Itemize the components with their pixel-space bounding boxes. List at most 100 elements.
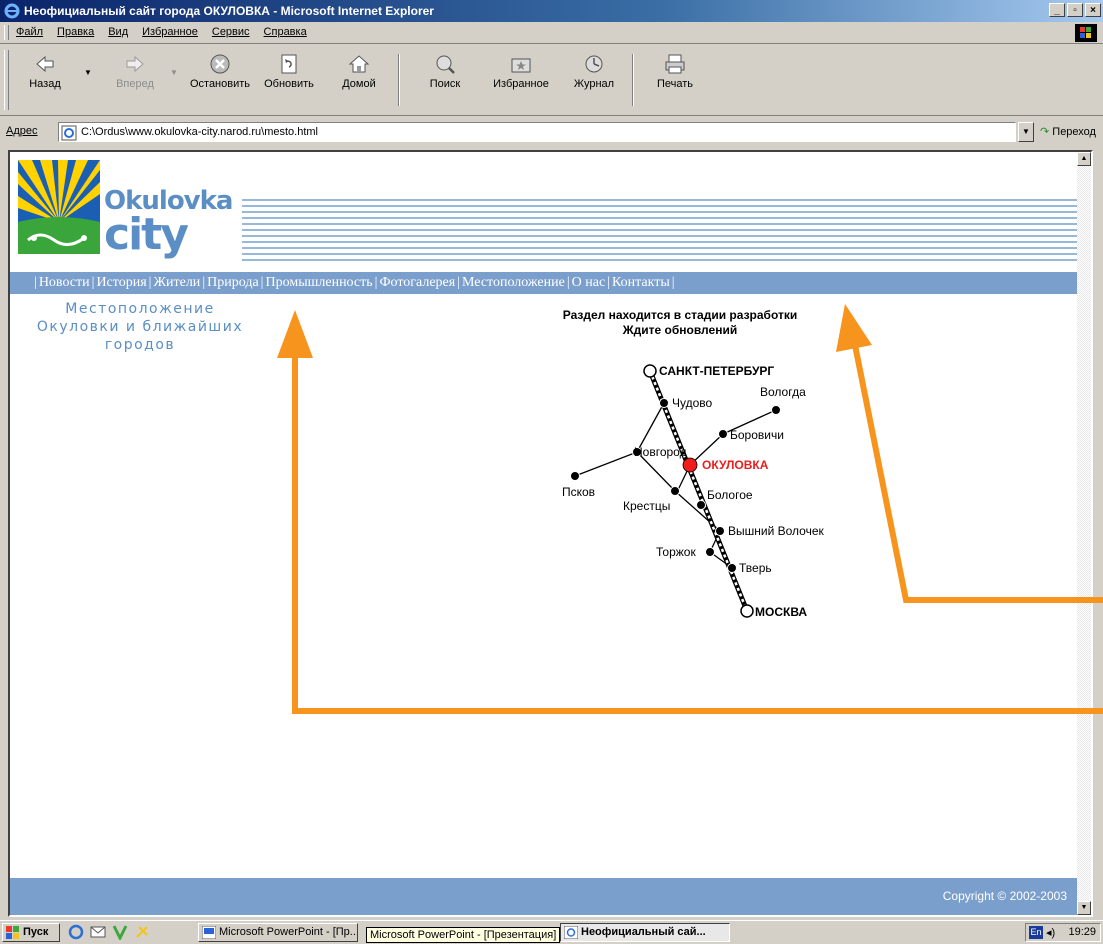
station-kresttsy [670, 486, 680, 496]
clock: 19:29 [1068, 926, 1096, 938]
web-content: Okulovka city | Новости | История | Жите… [8, 150, 1093, 917]
nav-separator: | [566, 275, 570, 290]
outlook-quicklaunch-icon[interactable] [90, 924, 106, 940]
site-nav-bar: | Новости | История | Жители | Природа |… [10, 272, 1081, 294]
printer-icon [665, 54, 685, 74]
station-pskov [570, 471, 580, 481]
logo-word-city: city [104, 209, 189, 260]
address-input[interactable]: C:\Ordus\www.okulovka-city.narod.ru\mest… [58, 122, 1016, 142]
standard-toolbar: Назад ▼ Вперед ▼ Остановить Обновить Дом… [0, 44, 1103, 116]
address-dropdown-icon[interactable]: ▼ [1018, 122, 1034, 142]
back-button[interactable]: Назад [20, 52, 70, 108]
favorites-button[interactable]: Избранное [486, 52, 556, 108]
nav-separator: | [374, 275, 378, 290]
location-heading-line: Местоположение [65, 301, 215, 317]
go-button[interactable]: ↷ Переход [1040, 125, 1096, 138]
station-torzhok [705, 547, 715, 557]
windows-flag-icon [6, 926, 19, 939]
refresh-button[interactable]: Обновить [258, 52, 320, 108]
menu-edit[interactable]: Правка [57, 26, 94, 38]
label-chudovo: Чудово [672, 396, 713, 410]
nav-separator: | [202, 275, 206, 290]
language-indicator[interactable]: En [1029, 926, 1043, 939]
ie-quicklaunch-icon[interactable] [68, 924, 84, 940]
title-bar[interactable]: Неофициальный сайт города ОКУЛОВКА - Mic… [0, 0, 1103, 22]
station-vologda [771, 405, 781, 415]
location-heading: Местоположение Окуловки и ближайших горо… [10, 300, 270, 354]
channel-quicklaunch-icon[interactable] [134, 924, 150, 940]
scroll-down-icon[interactable]: ▼ [1077, 901, 1091, 915]
ie-logo-icon [4, 3, 20, 19]
label-borovichi: Боровичи [730, 428, 784, 442]
taskbar-item-powerpoint[interactable]: Microsoft PowerPoint - [Пр... [198, 923, 358, 942]
page-icon [61, 125, 77, 141]
stop-button[interactable]: Остановить [184, 52, 256, 108]
station-chudovo [659, 398, 669, 408]
nav-separator: | [34, 275, 37, 290]
header-stripes [242, 199, 1087, 261]
menu-file[interactable]: Файл [16, 26, 43, 38]
toolbar-grip[interactable] [4, 50, 9, 110]
notice-line: Ждите обновлений [622, 323, 738, 337]
close-button[interactable]: × [1085, 3, 1101, 17]
menu-view[interactable]: Вид [108, 26, 128, 38]
favorites-folder-icon [511, 58, 531, 73]
nav-link-news[interactable]: Новости [39, 275, 90, 291]
forward-button[interactable]: Вперед [110, 52, 160, 108]
label-okulovka: ОКУЛОВКА [702, 458, 769, 472]
nav-link-gallery[interactable]: Фотогалерея [379, 275, 455, 291]
nav-link-residents[interactable]: Жители [153, 275, 200, 291]
menu-grip[interactable] [4, 25, 9, 40]
nav-link-contacts[interactable]: Контакты [612, 275, 670, 291]
station-volochek [715, 526, 725, 536]
station-okulovka [682, 457, 698, 473]
label-kresttsy: Крестцы [623, 499, 670, 513]
vertical-scrollbar[interactable]: ▲ ▼ [1077, 152, 1091, 915]
back-dropdown-icon[interactable]: ▼ [84, 68, 92, 77]
label-bologoe: Бологое [707, 488, 753, 502]
station-borovichi [718, 429, 728, 439]
site-footer: Copyright © 2002-2003 [10, 878, 1081, 915]
scroll-up-icon[interactable]: ▲ [1077, 152, 1091, 166]
construction-notice: Раздел находится в стадии разработки Жди… [530, 308, 830, 338]
search-button[interactable]: Поиск [420, 52, 470, 108]
copyright-text: Copyright © 2002-2003 [942, 889, 1067, 903]
nav-link-about[interactable]: О нас [572, 275, 606, 291]
maximize-button[interactable]: ▫ [1067, 3, 1083, 17]
nav-separator: | [91, 275, 95, 290]
nav-link-history[interactable]: История [96, 275, 146, 291]
label-pskov: Псков [562, 485, 595, 499]
desktop-quicklaunch-icon[interactable] [112, 924, 128, 940]
menu-tools[interactable]: Сервис [212, 26, 250, 38]
menu-favorites[interactable]: Избранное [142, 26, 198, 38]
sunburst-emblem-icon [18, 160, 100, 254]
print-button[interactable]: Печать [650, 52, 700, 108]
nav-separator: | [671, 275, 675, 290]
powerpoint-icon [202, 926, 216, 939]
stop-icon [210, 54, 230, 74]
nav-link-location[interactable]: Местоположение [462, 275, 565, 291]
toolbar-separator [632, 54, 634, 106]
label-tver: Тверь [739, 561, 772, 575]
address-bar: Адрес C:\Ordus\www.okulovka-city.narod.r… [0, 116, 1103, 150]
forward-dropdown-icon[interactable]: ▼ [170, 68, 178, 77]
quick-launch [68, 924, 150, 940]
station-bologoe [696, 500, 706, 510]
site-logo[interactable]: Okulovka city [18, 160, 243, 262]
volume-icon[interactable]: ◂) [1046, 926, 1055, 939]
windows-throbber-icon [1075, 24, 1097, 42]
address-label: Адрес [6, 125, 38, 137]
nav-link-nature[interactable]: Природа [207, 275, 259, 291]
nav-separator: | [148, 275, 152, 290]
go-label: Переход [1052, 126, 1096, 138]
go-arrow-icon: ↷ [1040, 126, 1050, 138]
menu-help[interactable]: Справка [264, 26, 307, 38]
taskbar-item-ie[interactable]: Неофициальный сай... [560, 923, 730, 942]
history-button[interactable]: Журнал [566, 52, 622, 108]
home-button[interactable]: Домой [334, 52, 384, 108]
label-spb: САНКТ-ПЕТЕРБУРГ [659, 364, 774, 378]
nav-link-industry[interactable]: Промышленность [265, 275, 372, 291]
minimize-button[interactable]: _ [1049, 3, 1065, 17]
address-url: C:\Ordus\www.okulovka-city.narod.ru\mest… [81, 126, 318, 138]
start-button[interactable]: Пуск [2, 923, 60, 942]
